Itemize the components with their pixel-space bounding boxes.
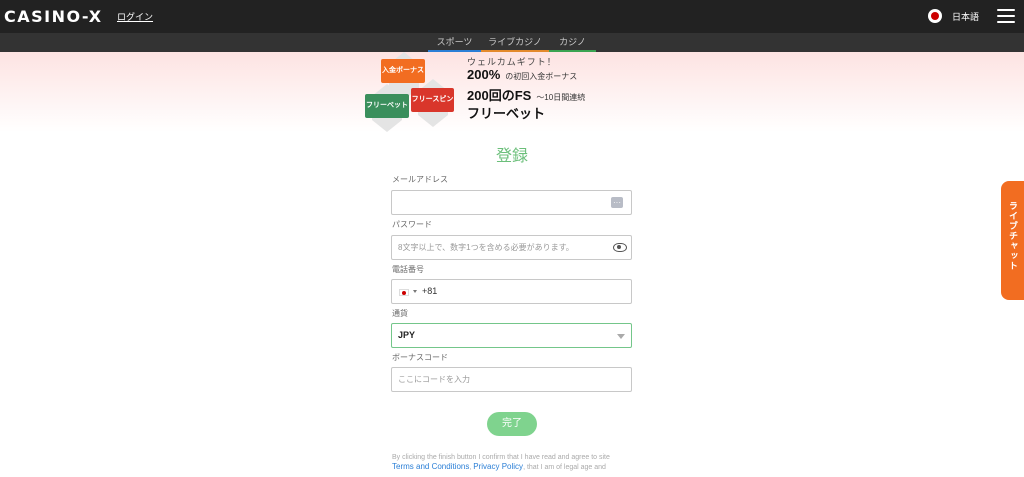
currency-selected-value: JPY [398,330,416,340]
language-label: 日本語 [952,11,980,22]
password-field[interactable]: 8文字以上で、数字1つを含める必要があります。 [391,235,632,260]
phone-label: 電話番号 [392,265,424,274]
registration-title: 登録 [495,148,528,165]
login-link[interactable]: ログイン [117,10,153,23]
tab-sports[interactable]: スポーツ [428,33,481,52]
category-nav: スポーツ ライブカジノ カジノ [0,33,1024,52]
autofill-card-icon[interactable] [611,191,623,214]
language-selector[interactable]: 日本語 [928,8,979,24]
chevron-down-icon [617,334,625,339]
show-password-eye-icon[interactable] [613,243,627,252]
finish-button[interactable]: 完了 [487,412,537,436]
email-label: メールアドレス [392,175,448,184]
freebet-badge: フリーベット [365,94,409,118]
phone-country-code: +81 [422,286,438,296]
freespin-badge: フリースピン [411,88,454,112]
site-logo[interactable]: CASINO-X [4,7,103,26]
promo-deposit-bonus: 200% の初回入金ボーナス [467,67,577,82]
terms-text-rest: , that I am of legal age and [523,464,606,471]
terms-link[interactable]: Terms and Conditions [392,462,469,471]
promo-freebet: フリーベット [467,103,545,122]
bonus-code-label: ボーナスコード [392,353,448,362]
promo-line1-big: 200% [467,67,501,82]
email-field[interactable] [391,190,632,215]
currency-label: 通貨 [392,309,408,318]
tab-casino[interactable]: カジノ [549,33,596,52]
bonus-code-field[interactable]: ここにコードを入力 [391,367,632,392]
password-placeholder: 8文字以上で、数字1つを含める必要があります。 [398,243,574,252]
currency-select[interactable]: JPY [391,323,632,348]
promo-line1-small: の初回入金ボーナス [505,72,578,81]
password-label: パスワード [392,220,432,229]
japan-flag-icon [928,9,942,23]
hamburger-menu-icon[interactable] [997,9,1015,23]
terms-notice: By clicking the finish button I confirm … [392,453,632,472]
chevron-down-icon[interactable] [413,290,417,293]
deposit-bonus-badge: 入金ボーナス [381,59,425,83]
tab-live-casino[interactable]: ライブカジノ [481,33,549,52]
live-chat-label: ライブチャット [1008,201,1018,271]
promo-free-spins: 200回のFS ～10日間連続 [467,85,585,104]
live-chat-button[interactable]: ライブチャット [1001,181,1024,300]
promo-line3-big: フリーベット [467,106,546,121]
top-header: CASINO-X ログイン 日本語 [0,0,1024,33]
bonus-code-placeholder: ここにコードを入力 [398,375,470,384]
promo-line2-small: ～10日間連続 [536,93,586,102]
privacy-policy-link[interactable]: Privacy Policy [473,462,523,471]
terms-text: By clicking the finish button I confirm … [392,454,610,461]
phone-field[interactable]: +81 [391,279,632,304]
promo-line2-big: 200回のFS [467,88,532,103]
japan-flag-icon[interactable] [399,289,409,296]
